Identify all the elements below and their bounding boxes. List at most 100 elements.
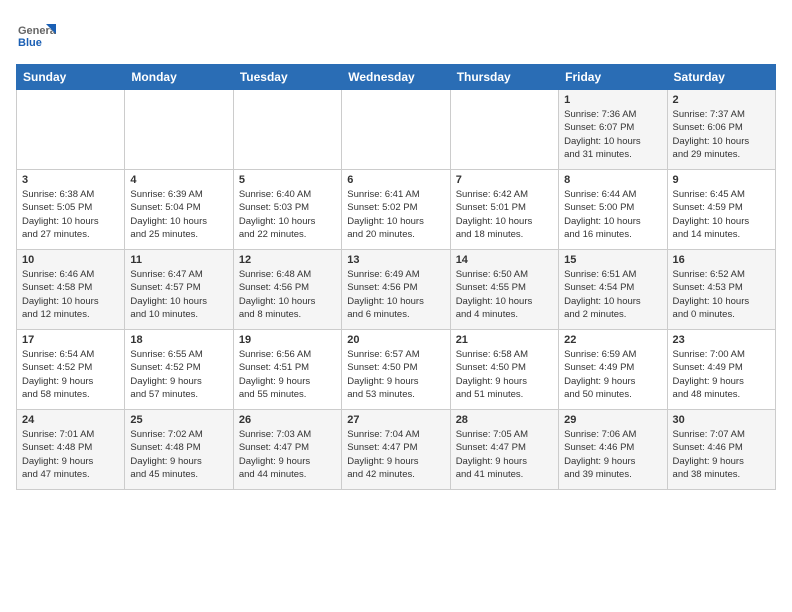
calendar-cell: 12 Sunrise: 6:48 AM Sunset: 4:56 PM Dayli… [233, 250, 341, 330]
day-number: 23 [673, 334, 770, 346]
weekday-header-row: SundayMondayTuesdayWednesdayThursdayFrid… [17, 65, 776, 90]
day-info: Sunrise: 6:38 AM Sunset: 5:05 PM Dayligh… [22, 188, 119, 241]
weekday-header-saturday: Saturday [667, 65, 775, 90]
day-number: 13 [347, 254, 444, 266]
calendar-cell: 13 Sunrise: 6:49 AM Sunset: 4:56 PM Dayli… [342, 250, 450, 330]
day-number: 18 [130, 334, 227, 346]
calendar-cell: 21Sunrise: 6:58 AM Sunset: 4:50 PM Dayli… [450, 330, 558, 410]
day-number: 16 [673, 254, 770, 266]
day-number: 26 [239, 414, 336, 426]
day-number: 15 [564, 254, 661, 266]
weekday-header-thursday: Thursday [450, 65, 558, 90]
calendar-cell: 29Sunrise: 7:06 AM Sunset: 4:46 PM Dayli… [559, 410, 667, 490]
day-number: 20 [347, 334, 444, 346]
day-number: 22 [564, 334, 661, 346]
day-info: Sunrise: 7:37 AM Sunset: 6:06 PM Dayligh… [673, 108, 770, 161]
week-row-2: 3 Sunrise: 6:38 AM Sunset: 5:05 PM Daylig… [17, 170, 776, 250]
day-info: Sunrise: 6:51 AM Sunset: 4:54 PM Dayligh… [564, 268, 661, 321]
weekday-header-sunday: Sunday [17, 65, 125, 90]
day-number: 30 [673, 414, 770, 426]
weekday-header-monday: Monday [125, 65, 233, 90]
calendar-cell: 23Sunrise: 7:00 AM Sunset: 4:49 PM Dayli… [667, 330, 775, 410]
day-number: 3 [22, 174, 119, 186]
day-number: 24 [22, 414, 119, 426]
day-number: 6 [347, 174, 444, 186]
page-header: General Blue [16, 16, 776, 56]
calendar-cell: 7 Sunrise: 6:42 AM Sunset: 5:01 PM Daylig… [450, 170, 558, 250]
day-info: Sunrise: 7:03 AM Sunset: 4:47 PM Dayligh… [239, 428, 336, 481]
calendar-cell: 25 Sunrise: 7:02 AM Sunset: 4:48 PM Dayli… [125, 410, 233, 490]
day-info: Sunrise: 6:50 AM Sunset: 4:55 PM Dayligh… [456, 268, 553, 321]
calendar-cell: 30 Sunrise: 7:07 AM Sunset: 4:46 PM Dayli… [667, 410, 775, 490]
day-number: 25 [130, 414, 227, 426]
day-info: Sunrise: 6:59 AM Sunset: 4:49 PM Dayligh… [564, 348, 661, 401]
day-info: Sunrise: 6:55 AM Sunset: 4:52 PM Dayligh… [130, 348, 227, 401]
day-number: 28 [456, 414, 553, 426]
calendar-cell: 6 Sunrise: 6:41 AM Sunset: 5:02 PM Daylig… [342, 170, 450, 250]
day-number: 8 [564, 174, 661, 186]
logo: General Blue [16, 16, 56, 56]
calendar-cell [125, 90, 233, 170]
day-number: 17 [22, 334, 119, 346]
week-row-5: 24 Sunrise: 7:01 AM Sunset: 4:48 PM Dayli… [17, 410, 776, 490]
calendar-cell: 17 Sunrise: 6:54 AM Sunset: 4:52 PM Dayli… [17, 330, 125, 410]
day-info: Sunrise: 7:05 AM Sunset: 4:47 PM Dayligh… [456, 428, 553, 481]
calendar-cell: 22 Sunrise: 6:59 AM Sunset: 4:49 PM Dayli… [559, 330, 667, 410]
day-info: Sunrise: 6:39 AM Sunset: 5:04 PM Dayligh… [130, 188, 227, 241]
weekday-header-friday: Friday [559, 65, 667, 90]
weekday-header-wednesday: Wednesday [342, 65, 450, 90]
day-info: Sunrise: 6:47 AM Sunset: 4:57 PM Dayligh… [130, 268, 227, 321]
day-info: Sunrise: 7:04 AM Sunset: 4:47 PM Dayligh… [347, 428, 444, 481]
day-number: 11 [130, 254, 227, 266]
calendar-cell: 19 Sunrise: 6:56 AM Sunset: 4:51 PM Dayli… [233, 330, 341, 410]
calendar-cell: 14 Sunrise: 6:50 AM Sunset: 4:55 PM Dayli… [450, 250, 558, 330]
day-info: Sunrise: 6:45 AM Sunset: 4:59 PM Dayligh… [673, 188, 770, 241]
calendar-cell: 16Sunrise: 6:52 AM Sunset: 4:53 PM Dayli… [667, 250, 775, 330]
day-number: 10 [22, 254, 119, 266]
day-info: Sunrise: 6:42 AM Sunset: 5:01 PM Dayligh… [456, 188, 553, 241]
calendar-cell: 2Sunrise: 7:37 AM Sunset: 6:06 PM Daylig… [667, 90, 775, 170]
calendar-cell: 20 Sunrise: 6:57 AM Sunset: 4:50 PM Dayli… [342, 330, 450, 410]
day-number: 29 [564, 414, 661, 426]
day-info: Sunrise: 7:36 AM Sunset: 6:07 PM Dayligh… [564, 108, 661, 161]
calendar-cell: 26 Sunrise: 7:03 AM Sunset: 4:47 PM Dayli… [233, 410, 341, 490]
day-number: 12 [239, 254, 336, 266]
calendar-cell: 4 Sunrise: 6:39 AM Sunset: 5:04 PM Daylig… [125, 170, 233, 250]
day-info: Sunrise: 6:46 AM Sunset: 4:58 PM Dayligh… [22, 268, 119, 321]
day-number: 27 [347, 414, 444, 426]
day-number: 1 [564, 94, 661, 106]
day-info: Sunrise: 6:48 AM Sunset: 4:56 PM Dayligh… [239, 268, 336, 321]
calendar-cell [450, 90, 558, 170]
calendar-cell: 11 Sunrise: 6:47 AM Sunset: 4:57 PM Dayli… [125, 250, 233, 330]
calendar-table: SundayMondayTuesdayWednesdayThursdayFrid… [16, 64, 776, 490]
svg-text:Blue: Blue [18, 37, 42, 49]
calendar-cell: 28 Sunrise: 7:05 AM Sunset: 4:47 PM Dayli… [450, 410, 558, 490]
calendar-cell: 8 Sunrise: 6:44 AM Sunset: 5:00 PM Daylig… [559, 170, 667, 250]
day-info: Sunrise: 6:49 AM Sunset: 4:56 PM Dayligh… [347, 268, 444, 321]
day-info: Sunrise: 7:01 AM Sunset: 4:48 PM Dayligh… [22, 428, 119, 481]
calendar-cell: 24 Sunrise: 7:01 AM Sunset: 4:48 PM Dayli… [17, 410, 125, 490]
day-info: Sunrise: 6:41 AM Sunset: 5:02 PM Dayligh… [347, 188, 444, 241]
calendar-cell: 15 Sunrise: 6:51 AM Sunset: 4:54 PM Dayli… [559, 250, 667, 330]
day-number: 7 [456, 174, 553, 186]
day-number: 4 [130, 174, 227, 186]
calendar-cell: 3 Sunrise: 6:38 AM Sunset: 5:05 PM Daylig… [17, 170, 125, 250]
week-row-3: 10 Sunrise: 6:46 AM Sunset: 4:58 PM Dayli… [17, 250, 776, 330]
day-info: Sunrise: 6:40 AM Sunset: 5:03 PM Dayligh… [239, 188, 336, 241]
week-row-4: 17 Sunrise: 6:54 AM Sunset: 4:52 PM Dayli… [17, 330, 776, 410]
calendar-cell: 10 Sunrise: 6:46 AM Sunset: 4:58 PM Dayli… [17, 250, 125, 330]
day-number: 21 [456, 334, 553, 346]
calendar-cell: 1 Sunrise: 7:36 AM Sunset: 6:07 PM Daylig… [559, 90, 667, 170]
week-row-1: 1 Sunrise: 7:36 AM Sunset: 6:07 PM Daylig… [17, 90, 776, 170]
day-number: 19 [239, 334, 336, 346]
day-info: Sunrise: 6:57 AM Sunset: 4:50 PM Dayligh… [347, 348, 444, 401]
day-number: 5 [239, 174, 336, 186]
day-info: Sunrise: 7:07 AM Sunset: 4:46 PM Dayligh… [673, 428, 770, 481]
day-info: Sunrise: 7:02 AM Sunset: 4:48 PM Dayligh… [130, 428, 227, 481]
day-info: Sunrise: 6:44 AM Sunset: 5:00 PM Dayligh… [564, 188, 661, 241]
calendar-cell [17, 90, 125, 170]
day-info: Sunrise: 6:54 AM Sunset: 4:52 PM Dayligh… [22, 348, 119, 401]
day-number: 14 [456, 254, 553, 266]
day-info: Sunrise: 6:56 AM Sunset: 4:51 PM Dayligh… [239, 348, 336, 401]
weekday-header-tuesday: Tuesday [233, 65, 341, 90]
